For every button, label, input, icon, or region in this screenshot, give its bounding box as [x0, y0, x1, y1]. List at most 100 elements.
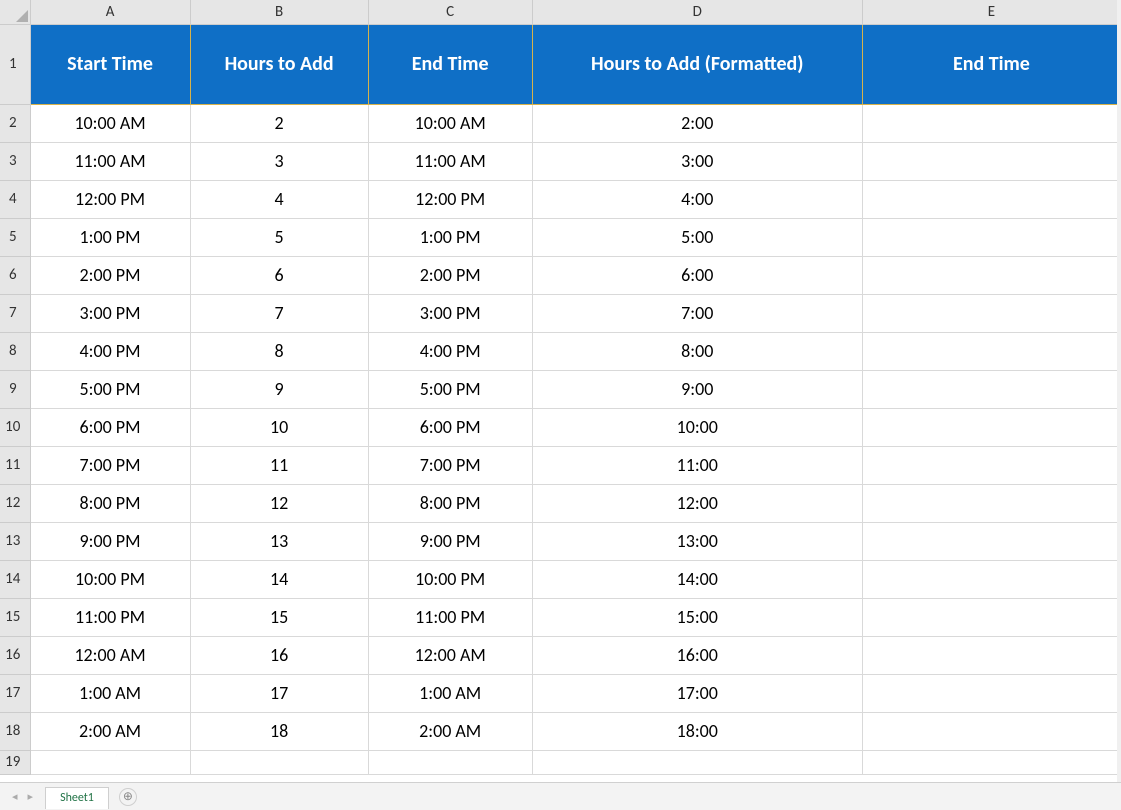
row-header-18[interactable]: 18: [0, 712, 30, 750]
cell-C5[interactable]: 1:00 PM: [368, 218, 532, 256]
cell-A7[interactable]: 3:00 PM: [30, 294, 190, 332]
cell-B18[interactable]: 18: [190, 712, 368, 750]
cell-E4[interactable]: [862, 180, 1120, 218]
cell-A12[interactable]: 8:00 PM: [30, 484, 190, 522]
cell-C11[interactable]: 7:00 PM: [368, 446, 532, 484]
cell-E3[interactable]: [862, 142, 1120, 180]
cell-D11[interactable]: 11:00: [532, 446, 862, 484]
cell-C1[interactable]: End Time: [368, 24, 532, 104]
cell-B9[interactable]: 9: [190, 370, 368, 408]
cell-D19[interactable]: [532, 750, 862, 774]
cell-C7[interactable]: 3:00 PM: [368, 294, 532, 332]
row-header-1[interactable]: 1: [0, 24, 30, 104]
cell-A17[interactable]: 1:00 AM: [30, 674, 190, 712]
cell-D8[interactable]: 8:00: [532, 332, 862, 370]
cell-B13[interactable]: 13: [190, 522, 368, 560]
cell-D14[interactable]: 14:00: [532, 560, 862, 598]
cell-B7[interactable]: 7: [190, 294, 368, 332]
cell-E5[interactable]: [862, 218, 1120, 256]
cell-B12[interactable]: 12: [190, 484, 368, 522]
cell-E11[interactable]: [862, 446, 1120, 484]
row-header-6[interactable]: 6: [0, 256, 30, 294]
cell-D1[interactable]: Hours to Add (Formatted): [532, 24, 862, 104]
row-header-9[interactable]: 9: [0, 370, 30, 408]
col-header-A[interactable]: A: [30, 0, 190, 24]
cell-A15[interactable]: 11:00 PM: [30, 598, 190, 636]
col-header-D[interactable]: D: [532, 0, 862, 24]
cell-E6[interactable]: [862, 256, 1120, 294]
cell-E7[interactable]: [862, 294, 1120, 332]
row-header-17[interactable]: 17: [0, 674, 30, 712]
tab-nav-prev-icon[interactable]: ◂: [12, 790, 18, 803]
cell-E14[interactable]: [862, 560, 1120, 598]
col-header-C[interactable]: C: [368, 0, 532, 24]
cell-D13[interactable]: 13:00: [532, 522, 862, 560]
cell-D7[interactable]: 7:00: [532, 294, 862, 332]
cell-A18[interactable]: 2:00 AM: [30, 712, 190, 750]
row-header-15[interactable]: 15: [0, 598, 30, 636]
cell-B5[interactable]: 5: [190, 218, 368, 256]
row-header-4[interactable]: 4: [0, 180, 30, 218]
row-header-2[interactable]: 2: [0, 104, 30, 142]
cell-B2[interactable]: 2: [190, 104, 368, 142]
row-header-11[interactable]: 11: [0, 446, 30, 484]
cell-B11[interactable]: 11: [190, 446, 368, 484]
row-header-13[interactable]: 13: [0, 522, 30, 560]
cell-D17[interactable]: 17:00: [532, 674, 862, 712]
cell-D5[interactable]: 5:00: [532, 218, 862, 256]
cell-D2[interactable]: 2:00: [532, 104, 862, 142]
new-sheet-button[interactable]: ⊕: [119, 788, 137, 806]
cell-A2[interactable]: 10:00 AM: [30, 104, 190, 142]
cell-D18[interactable]: 18:00: [532, 712, 862, 750]
cell-C13[interactable]: 9:00 PM: [368, 522, 532, 560]
cell-B6[interactable]: 6: [190, 256, 368, 294]
cell-D12[interactable]: 12:00: [532, 484, 862, 522]
cell-C4[interactable]: 12:00 PM: [368, 180, 532, 218]
cell-C17[interactable]: 1:00 AM: [368, 674, 532, 712]
sheet-tab-active[interactable]: Sheet1: [45, 787, 109, 809]
cell-E10[interactable]: [862, 408, 1120, 446]
select-all-corner[interactable]: [0, 0, 30, 24]
cell-C9[interactable]: 5:00 PM: [368, 370, 532, 408]
cell-A10[interactable]: 6:00 PM: [30, 408, 190, 446]
row-header-8[interactable]: 8: [0, 332, 30, 370]
cell-D9[interactable]: 9:00: [532, 370, 862, 408]
cell-C3[interactable]: 11:00 AM: [368, 142, 532, 180]
cell-B8[interactable]: 8: [190, 332, 368, 370]
row-header-14[interactable]: 14: [0, 560, 30, 598]
row-header-19[interactable]: 19: [0, 750, 30, 774]
cell-E19[interactable]: [862, 750, 1120, 774]
cell-B4[interactable]: 4: [190, 180, 368, 218]
cell-A1[interactable]: Start Time: [30, 24, 190, 104]
row-header-16[interactable]: 16: [0, 636, 30, 674]
cell-E8[interactable]: [862, 332, 1120, 370]
col-header-E[interactable]: E: [862, 0, 1120, 24]
col-header-B[interactable]: B: [190, 0, 368, 24]
cell-A3[interactable]: 11:00 AM: [30, 142, 190, 180]
cell-E9[interactable]: [862, 370, 1120, 408]
cell-E13[interactable]: [862, 522, 1120, 560]
cell-C15[interactable]: 11:00 PM: [368, 598, 532, 636]
cell-C12[interactable]: 8:00 PM: [368, 484, 532, 522]
row-header-12[interactable]: 12: [0, 484, 30, 522]
cell-A8[interactable]: 4:00 PM: [30, 332, 190, 370]
cell-C14[interactable]: 10:00 PM: [368, 560, 532, 598]
row-header-10[interactable]: 10: [0, 408, 30, 446]
cell-E12[interactable]: [862, 484, 1120, 522]
cell-A4[interactable]: 12:00 PM: [30, 180, 190, 218]
cell-D4[interactable]: 4:00: [532, 180, 862, 218]
cell-B1[interactable]: Hours to Add: [190, 24, 368, 104]
cell-E15[interactable]: [862, 598, 1120, 636]
cell-C8[interactable]: 4:00 PM: [368, 332, 532, 370]
cell-C6[interactable]: 2:00 PM: [368, 256, 532, 294]
cell-D10[interactable]: 10:00: [532, 408, 862, 446]
cell-B19[interactable]: [190, 750, 368, 774]
cell-D3[interactable]: 3:00: [532, 142, 862, 180]
cell-C2[interactable]: 10:00 AM: [368, 104, 532, 142]
cell-E18[interactable]: [862, 712, 1120, 750]
tab-nav-next-icon[interactable]: ▸: [28, 790, 34, 803]
cell-A11[interactable]: 7:00 PM: [30, 446, 190, 484]
cell-C18[interactable]: 2:00 AM: [368, 712, 532, 750]
cell-C16[interactable]: 12:00 AM: [368, 636, 532, 674]
cell-A9[interactable]: 5:00 PM: [30, 370, 190, 408]
